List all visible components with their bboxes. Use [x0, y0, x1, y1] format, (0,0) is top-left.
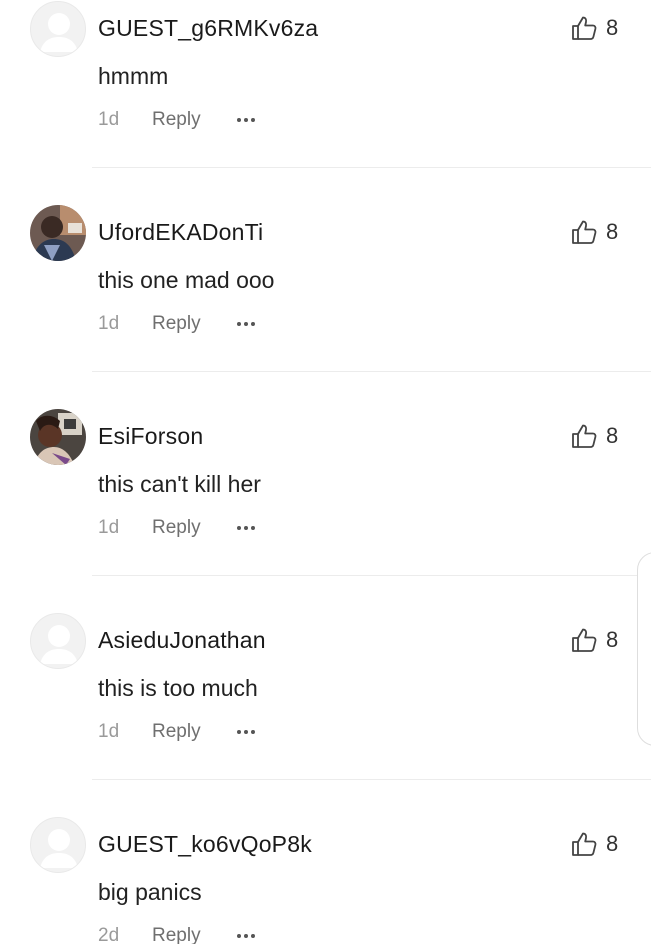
- user-photo-avatar[interactable]: [30, 409, 86, 465]
- thumbs-up-icon: [572, 220, 597, 244]
- more-options-icon[interactable]: [236, 518, 255, 538]
- comment-username[interactable]: AsieduJonathan: [98, 627, 266, 654]
- like-count: 8: [606, 423, 619, 448]
- comment-username[interactable]: EsiForson: [98, 423, 203, 450]
- comment-username[interactable]: GUEST_g6RMKv6za: [98, 15, 318, 42]
- reply-button[interactable]: Reply: [152, 721, 201, 743]
- default-avatar[interactable]: [30, 1, 86, 57]
- comment-username[interactable]: GUEST_ko6vQoP8k: [98, 831, 312, 858]
- like-count: 8: [606, 15, 619, 40]
- comment-meta: 1d Reply: [98, 107, 255, 133]
- comment-text: hmmm: [98, 63, 169, 89]
- comment-meta: 1d Reply: [98, 515, 255, 541]
- profile-photo: [30, 409, 86, 465]
- user-silhouette-icon: [40, 13, 78, 52]
- thumbs-up-icon: [572, 832, 597, 856]
- user-photo-avatar[interactable]: [30, 205, 86, 261]
- default-avatar[interactable]: [30, 817, 86, 873]
- reply-button[interactable]: Reply: [152, 109, 201, 131]
- reply-button[interactable]: Reply: [152, 517, 201, 539]
- comment-timestamp: 1d: [98, 109, 120, 130]
- comment-timestamp: 2d: [98, 925, 120, 944]
- comment-divider: [92, 779, 651, 780]
- more-options-icon[interactable]: [236, 110, 255, 130]
- like-button[interactable]: 8: [570, 830, 618, 858]
- comment-text: big panics: [98, 879, 202, 905]
- like-button[interactable]: 8: [570, 422, 618, 450]
- comment-timestamp: 1d: [98, 517, 120, 538]
- comment-divider: [92, 575, 651, 576]
- like-button[interactable]: 8: [570, 626, 618, 654]
- more-options-icon[interactable]: [236, 722, 255, 742]
- comment-item: EsiForson 8 this can't kill her 1d Reply: [0, 408, 651, 612]
- floating-panel-edge[interactable]: [637, 552, 651, 746]
- comment-meta: 1d Reply: [98, 719, 255, 745]
- comment-divider: [92, 371, 651, 372]
- thumbs-up-icon: [572, 424, 597, 448]
- profile-photo: [30, 205, 86, 261]
- comment-timestamp: 1d: [98, 721, 120, 742]
- like-button[interactable]: 8: [570, 14, 618, 42]
- comment-timestamp: 1d: [98, 313, 120, 334]
- like-button[interactable]: 8: [570, 218, 618, 246]
- user-silhouette-icon: [40, 625, 78, 664]
- user-silhouette-icon: [40, 829, 78, 868]
- like-count: 8: [606, 627, 619, 652]
- comment-username[interactable]: UfordEKADonTi: [98, 219, 263, 246]
- default-avatar[interactable]: [30, 613, 86, 669]
- reply-button[interactable]: Reply: [152, 313, 201, 335]
- comment-divider: [92, 167, 651, 168]
- more-options-icon[interactable]: [236, 314, 255, 334]
- comment-item: UfordEKADonTi 8 this one mad ooo 1d Repl…: [0, 204, 651, 408]
- comment-text: this can't kill her: [98, 471, 261, 497]
- comment-text: this one mad ooo: [98, 267, 275, 293]
- comment-text: this is too much: [98, 675, 258, 701]
- thumbs-up-icon: [572, 628, 597, 652]
- like-count: 8: [606, 219, 619, 244]
- comment-meta: 2d Reply: [98, 923, 255, 944]
- like-count: 8: [606, 831, 619, 856]
- comment-item: GUEST_ko6vQoP8k 8 big panics 2d Reply: [0, 816, 651, 944]
- comment-meta: 1d Reply: [98, 311, 255, 337]
- more-options-icon[interactable]: [236, 926, 255, 944]
- comment-item: GUEST_g6RMKv6za 8 hmmm 1d Reply: [0, 0, 651, 204]
- thumbs-up-icon: [572, 16, 597, 40]
- reply-button[interactable]: Reply: [152, 925, 201, 944]
- comment-item: AsieduJonathan 8 this is too much 1d Rep…: [0, 612, 651, 816]
